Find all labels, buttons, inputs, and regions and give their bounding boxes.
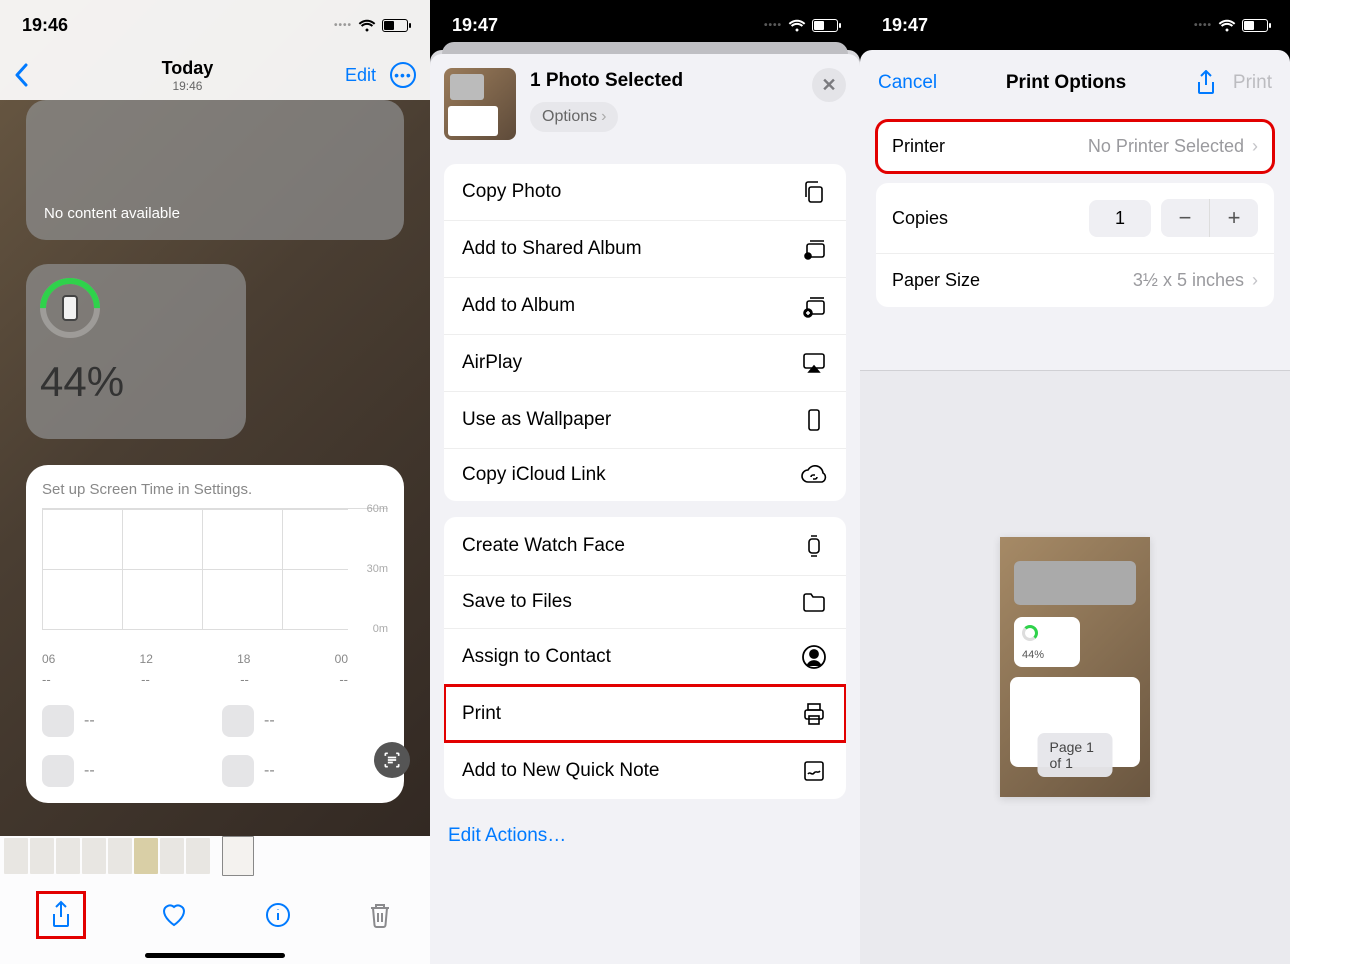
- share-button[interactable]: [1195, 70, 1217, 96]
- airplay-icon: [800, 350, 828, 376]
- battery-icon: [382, 19, 408, 32]
- live-text-button[interactable]: [374, 742, 410, 778]
- phone-icon: [40, 278, 100, 338]
- screen-time-widget: Set up Screen Time in Settings. 60m 30m …: [26, 465, 404, 803]
- status-time: 19:47: [452, 15, 498, 36]
- action-add-album[interactable]: Add to Album: [444, 277, 846, 334]
- more-button[interactable]: •••: [390, 62, 416, 88]
- copies-value: 1: [1089, 200, 1151, 237]
- info-button[interactable]: [265, 902, 291, 928]
- status-indicators: ••••: [334, 19, 408, 32]
- home-indicator[interactable]: [145, 953, 285, 958]
- action-contact[interactable]: Assign to Contact: [444, 628, 846, 685]
- paper-size-row[interactable]: Paper Size 3½ x 5 inches ›: [876, 253, 1274, 307]
- nav-bar: Today 19:46 Edit •••: [0, 50, 430, 100]
- page-indicator: Page 1 of 1: [1038, 733, 1113, 777]
- status-time: 19:47: [882, 15, 928, 36]
- selected-thumbnail[interactable]: [222, 836, 254, 876]
- printer-row[interactable]: Printer No Printer Selected ›: [876, 120, 1274, 173]
- battery-percentage: 44%: [40, 358, 232, 406]
- bottom-toolbar: [0, 876, 430, 964]
- app-tile: --: [42, 755, 202, 787]
- chevron-right-icon: ›: [1252, 270, 1258, 291]
- battery-icon: [1242, 19, 1268, 32]
- page-title: Print Options: [1006, 72, 1126, 94]
- page-preview[interactable]: 44% Page 1 of 1: [1000, 537, 1150, 797]
- action-print[interactable]: Print: [444, 685, 846, 742]
- share-title: 1 Photo Selected: [530, 70, 683, 92]
- folder-icon: [800, 591, 828, 613]
- app-tile: --: [222, 755, 382, 787]
- cellular-dots-icon: ••••: [1194, 20, 1212, 31]
- share-sheet: 1 Photo Selected Options › ✕ Copy PhotoA…: [430, 54, 860, 964]
- wifi-icon: [358, 19, 376, 32]
- print-button: Print: [1233, 72, 1272, 94]
- print-settings-list: Copies 1 − + Paper Size 3½ x 5 inches ›: [876, 183, 1274, 307]
- widget-empty: No content available: [26, 100, 404, 240]
- status-bar: 19:47 ••••: [860, 0, 1290, 50]
- copies-row: Copies 1 − +: [876, 183, 1274, 253]
- battery-icon: [812, 19, 838, 32]
- options-button[interactable]: Options ›: [530, 102, 618, 132]
- wifi-icon: [1218, 19, 1236, 32]
- battery-widget: 44%: [26, 264, 246, 439]
- edit-button[interactable]: Edit: [345, 65, 376, 86]
- copies-stepper[interactable]: − +: [1161, 199, 1258, 237]
- wallpaper-icon: [800, 407, 828, 433]
- chevron-right-icon: ›: [1252, 136, 1258, 157]
- print-nav: Cancel Print Options Print: [860, 50, 1290, 110]
- close-button[interactable]: ✕: [812, 68, 846, 102]
- action-icloud-link[interactable]: Copy iCloud Link: [444, 448, 846, 501]
- icloud-link-icon: [800, 465, 828, 485]
- wifi-icon: [788, 19, 806, 32]
- action-watch[interactable]: Create Watch Face: [444, 517, 846, 575]
- shared-album-icon: [800, 236, 828, 262]
- preview-thumbnail[interactable]: [444, 68, 516, 140]
- chevron-right-icon: ›: [601, 108, 606, 126]
- app-tile: --: [222, 705, 382, 737]
- share-button[interactable]: [39, 894, 83, 936]
- action-folder[interactable]: Save to Files: [444, 575, 846, 628]
- status-time: 19:46: [22, 15, 68, 36]
- delete-button[interactable]: [368, 901, 392, 929]
- back-button[interactable]: [14, 63, 30, 87]
- print-icon: [800, 701, 828, 727]
- add-album-icon: [800, 293, 828, 319]
- cellular-dots-icon: ••••: [334, 20, 352, 31]
- quicknote-icon: [800, 758, 828, 784]
- increment-button[interactable]: +: [1210, 199, 1258, 237]
- cellular-dots-icon: ••••: [764, 20, 782, 31]
- action-wallpaper[interactable]: Use as Wallpaper: [444, 391, 846, 448]
- print-preview[interactable]: 44% Page 1 of 1: [860, 370, 1290, 964]
- action-shared-album[interactable]: Add to Shared Album: [444, 220, 846, 277]
- watch-icon: [800, 532, 828, 560]
- favorite-button[interactable]: [160, 902, 188, 928]
- action-quicknote[interactable]: Add to New Quick Note: [444, 742, 846, 799]
- cancel-button[interactable]: Cancel: [878, 72, 937, 94]
- app-tile: --: [42, 705, 202, 737]
- action-copy[interactable]: Copy Photo: [444, 164, 846, 220]
- screen-time-chart: 60m 30m 0m: [42, 508, 388, 648]
- thumbnail-strip[interactable]: [0, 836, 430, 876]
- decrement-button[interactable]: −: [1161, 199, 1209, 237]
- copy-icon: [800, 179, 828, 205]
- status-bar: 19:46 ••••: [0, 0, 430, 50]
- nav-title: Today 19:46: [162, 58, 214, 93]
- edit-actions-link[interactable]: Edit Actions…: [444, 809, 846, 863]
- action-airplay[interactable]: AirPlay: [444, 334, 846, 391]
- contact-icon: [800, 644, 828, 670]
